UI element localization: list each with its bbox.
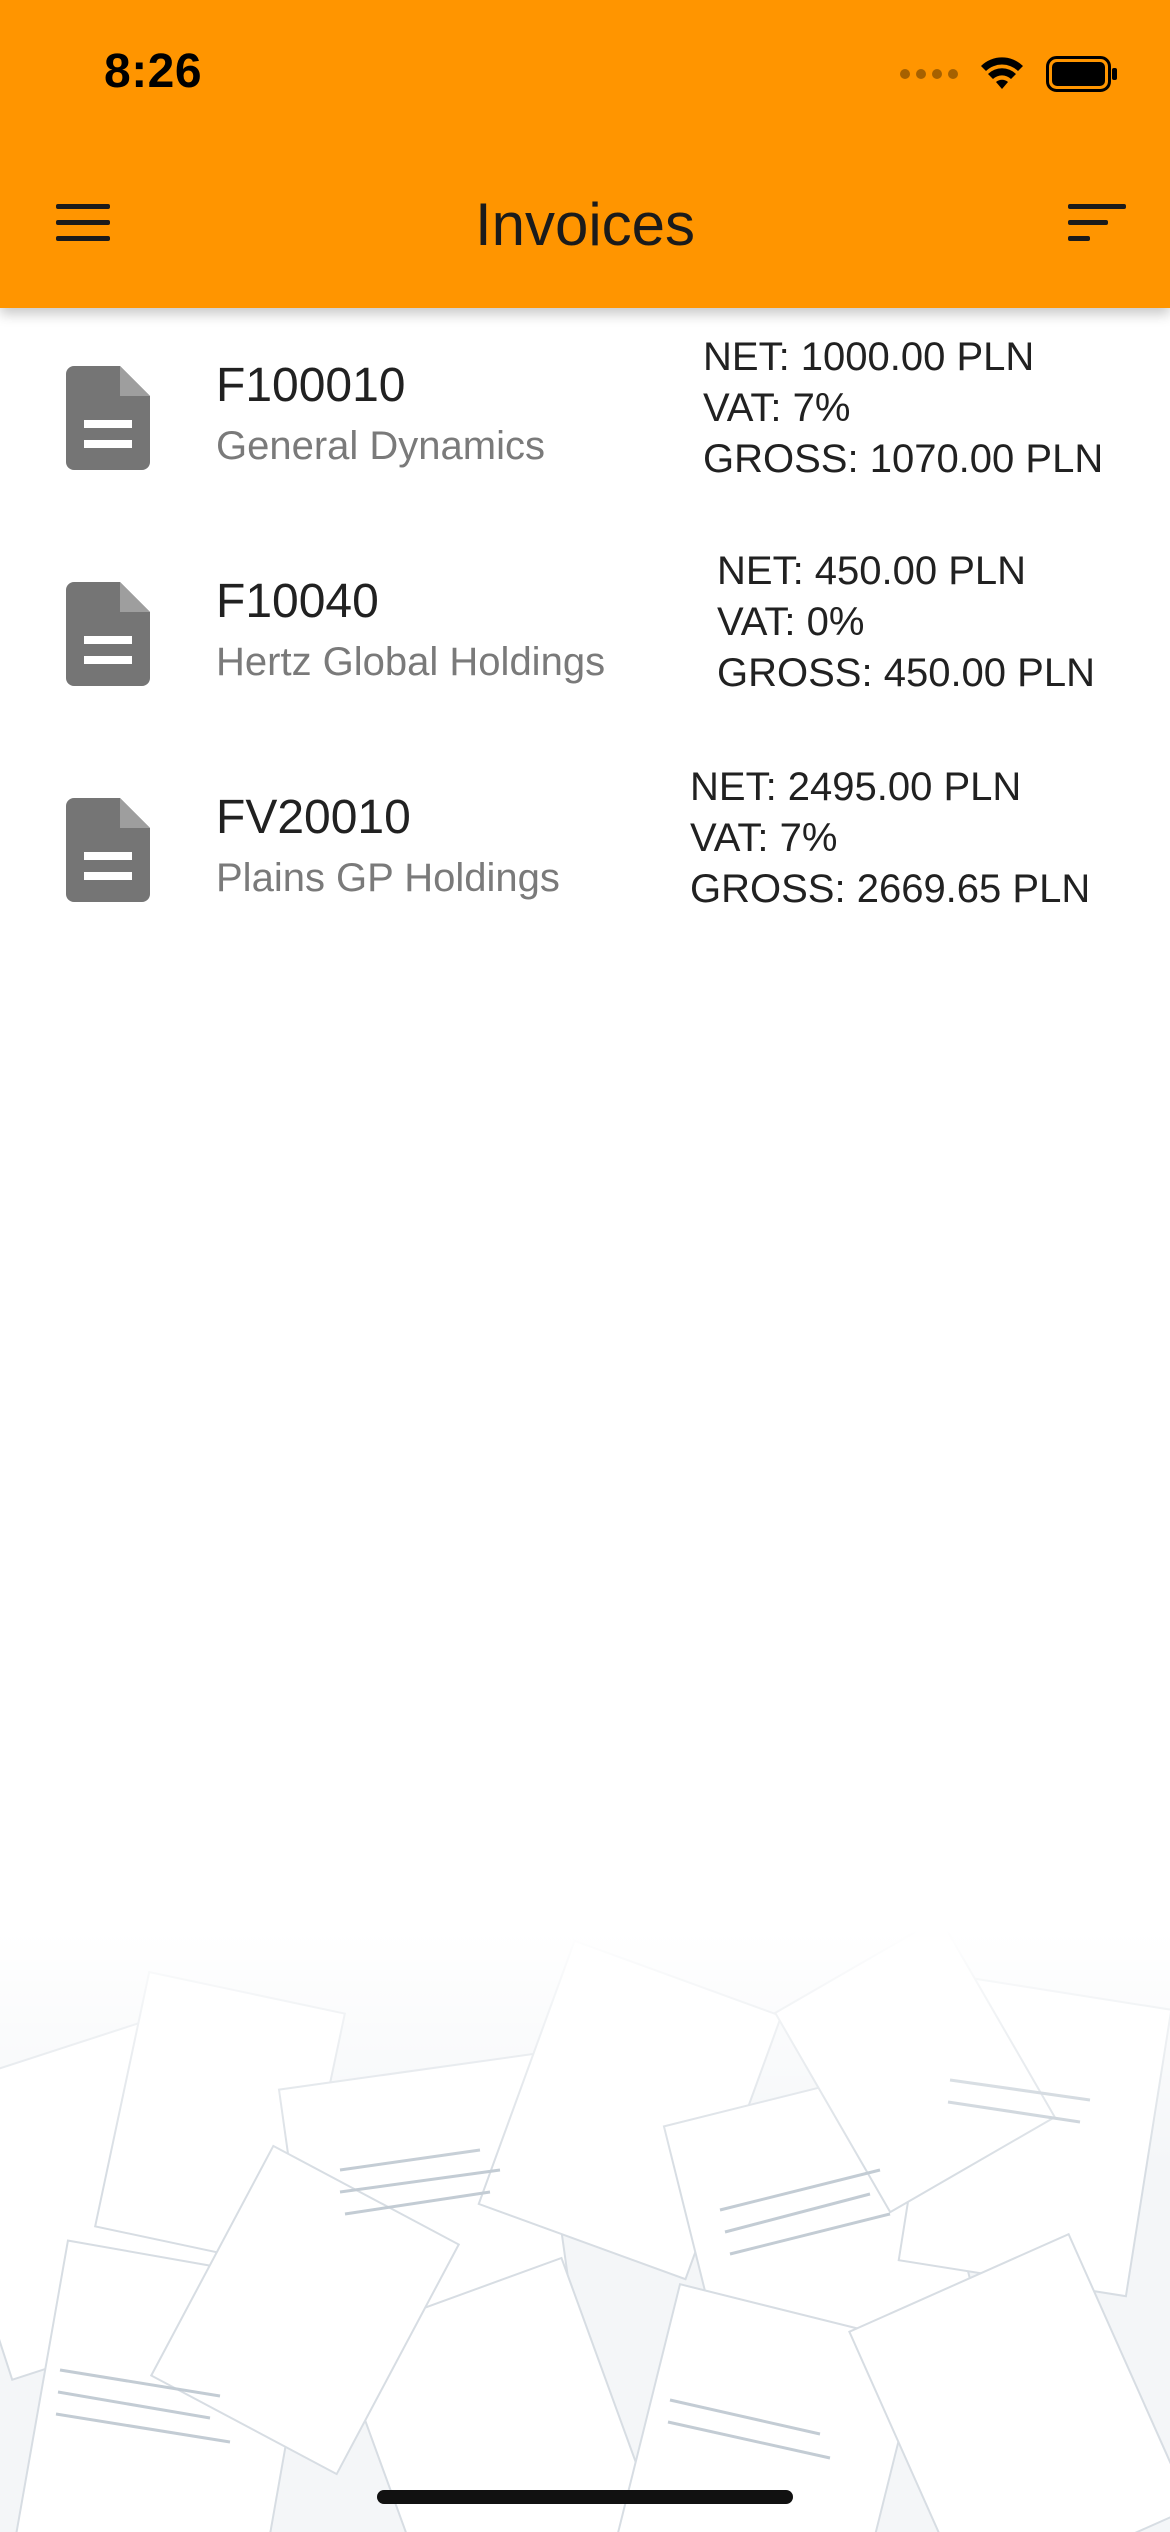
invoice-row[interactable]: F100010 General Dynamics NET: 1000.00 PL…	[0, 308, 1170, 524]
invoice-row[interactable]: F10040 Hertz Global Holdings NET: 450.00…	[0, 524, 1170, 740]
invoice-amounts: NET: 450.00 PLN VAT: 0% GROSS: 450.00 PL…	[717, 546, 1120, 699]
home-indicator[interactable]	[377, 2490, 793, 2504]
net-amount: NET: 1000.00 PLN	[703, 335, 1035, 379]
invoice-client: Hertz Global Holdings	[216, 640, 606, 684]
background-fade	[0, 1930, 1170, 2170]
invoice-list: F100010 General Dynamics NET: 1000.00 PL…	[0, 308, 1170, 956]
invoice-number: F10040	[216, 575, 379, 628]
wifi-icon	[980, 57, 1024, 91]
gross-amount: GROSS: 1070.00 PLN	[703, 437, 1104, 481]
document-icon	[66, 366, 150, 470]
status-icons	[900, 54, 1118, 94]
app-bar: 8:26 Invoices	[0, 0, 1170, 308]
net-amount: NET: 2495.00 PLN	[690, 765, 1022, 809]
document-icon	[66, 798, 150, 902]
cellular-signal-icon	[900, 69, 958, 79]
invoice-amounts: NET: 2495.00 PLN VAT: 7% GROSS: 2669.65 …	[690, 762, 1120, 915]
gross-amount: GROSS: 2669.65 PLN	[690, 867, 1091, 911]
invoice-amounts: NET: 1000.00 PLN VAT: 7% GROSS: 1070.00 …	[703, 332, 1120, 485]
invoice-number: F100010	[216, 359, 406, 412]
invoice-row[interactable]: FV20010 Plains GP Holdings NET: 2495.00 …	[0, 740, 1170, 956]
battery-icon	[1046, 56, 1118, 92]
gross-amount: GROSS: 450.00 PLN	[717, 651, 1095, 695]
vat-rate: VAT: 7%	[690, 816, 838, 860]
vat-rate: VAT: 7%	[703, 386, 851, 430]
invoice-client: General Dynamics	[216, 424, 546, 468]
vat-rate: VAT: 0%	[717, 600, 865, 644]
sort-icon[interactable]	[1064, 200, 1126, 246]
document-icon	[66, 582, 150, 686]
net-amount: NET: 450.00 PLN	[717, 549, 1027, 593]
page-title: Invoices	[474, 191, 696, 258]
invoice-client: Plains GP Holdings	[216, 856, 560, 900]
status-time: 8:26	[104, 45, 203, 98]
invoice-number: FV20010	[216, 791, 411, 844]
